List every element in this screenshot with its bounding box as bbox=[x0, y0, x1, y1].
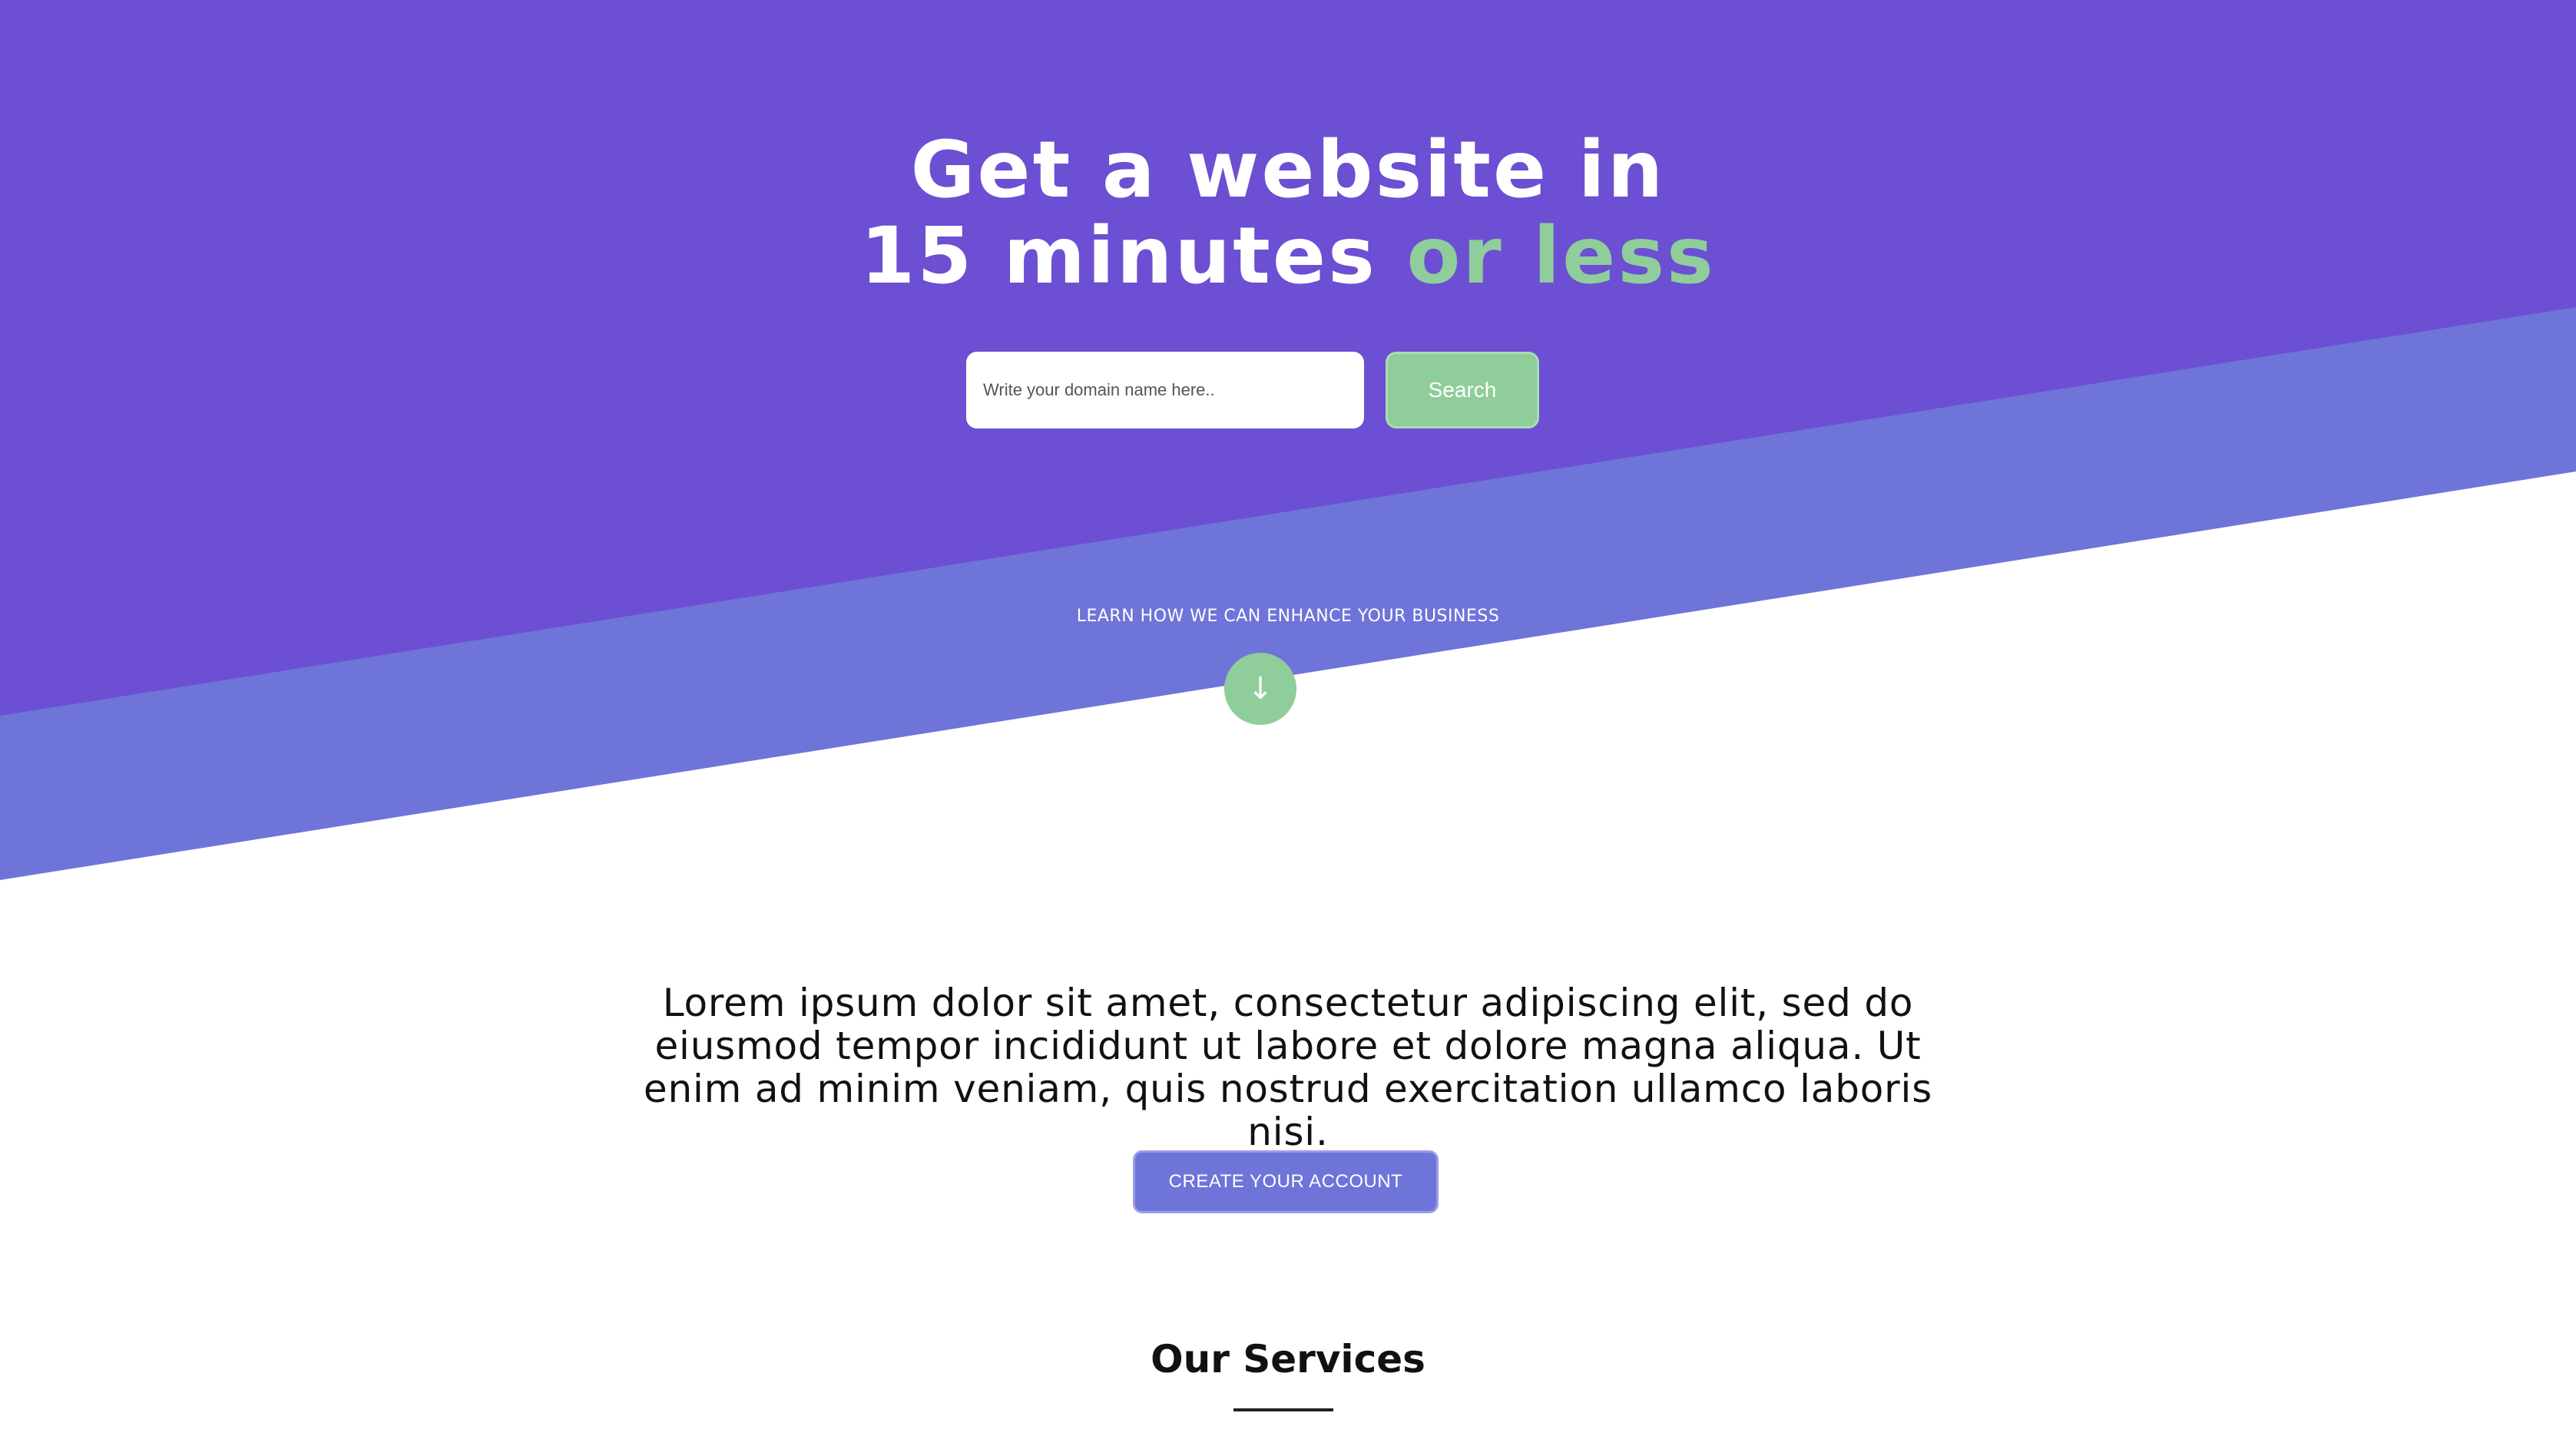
hero-title-accent: or less bbox=[1406, 210, 1716, 302]
domain-search-input[interactable] bbox=[966, 352, 1364, 428]
hero-title-line-2: 15 minutes bbox=[860, 210, 1407, 302]
learn-more-link[interactable]: LEARN HOW WE CAN ENHANCE YOUR BUSINESS bbox=[0, 607, 2576, 626]
search-button[interactable]: Search bbox=[1386, 352, 1539, 428]
services-heading: Our Services bbox=[1151, 1337, 1425, 1381]
create-account-button[interactable]: CREATE YOUR ACCOUNT bbox=[1133, 1150, 1439, 1213]
down-arrow-icon: ↓ bbox=[1247, 671, 1273, 706]
services-heading-underline bbox=[1233, 1408, 1333, 1411]
scroll-down-button[interactable]: ↓ bbox=[1224, 653, 1296, 725]
intro-paragraph: Lorem ipsum dolor sit amet, consectetur … bbox=[643, 981, 1933, 1154]
hero-title: Get a website in 15 minutes or less bbox=[0, 127, 2576, 299]
hero-title-line-1: Get a website in bbox=[910, 124, 1666, 216]
landing-page: Get a website in 15 minutes or less Sear… bbox=[0, 0, 2576, 1436]
